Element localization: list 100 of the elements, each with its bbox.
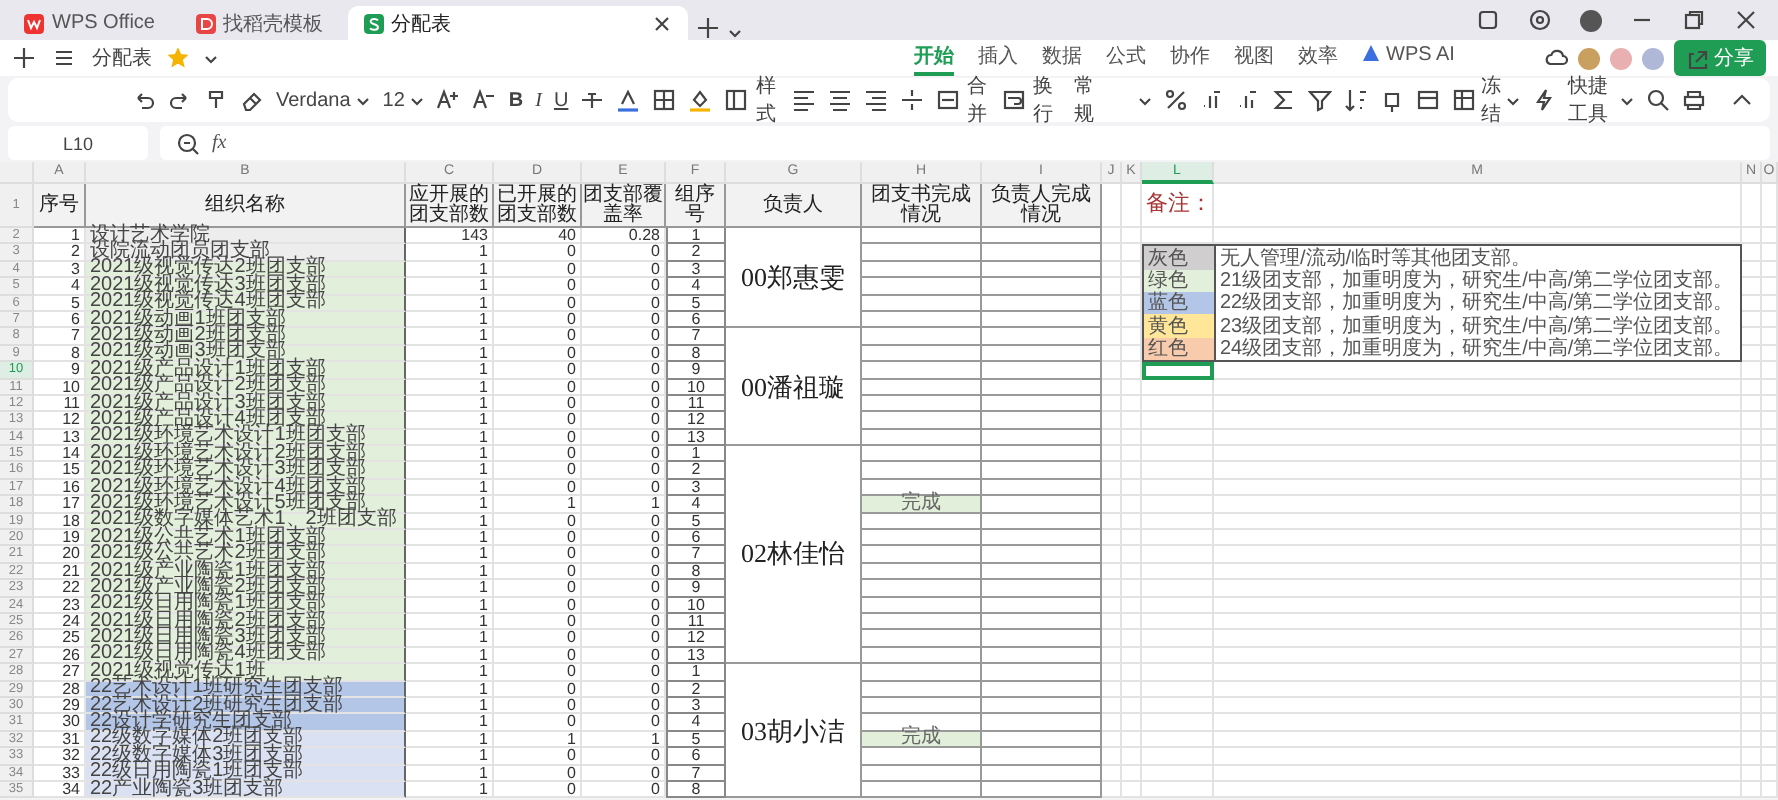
coverage-rate-cell: 0 [582, 613, 666, 631]
caret-icon[interactable] [727, 26, 741, 40]
legend-swatch: 灰色 [1144, 246, 1216, 270]
ribbon-tab[interactable]: 数据 [1042, 41, 1082, 75]
decrease-font-icon[interactable] [472, 88, 497, 112]
styles-button[interactable]: 样式 [724, 72, 780, 128]
font-select[interactable]: Verdana [276, 89, 371, 111]
planned-count-cell: 1 [406, 580, 494, 598]
document-tab[interactable]: WPS Office [8, 6, 171, 40]
coverage-rate-cell: 0 [582, 664, 666, 682]
fill-color-icon[interactable] [688, 88, 713, 112]
window-icon[interactable] [1476, 8, 1500, 32]
add-icon[interactable] [695, 16, 719, 40]
empty-cell [1742, 765, 1762, 782]
group-number-cell: 1 [666, 228, 726, 245]
sort-icon[interactable] [1343, 88, 1368, 112]
empty-cell [1102, 748, 1122, 765]
align-center-icon[interactable] [827, 88, 852, 112]
decrease-decimal-icon[interactable] [1235, 88, 1260, 112]
ribbon-tab[interactable]: WPS AI [1362, 41, 1455, 75]
caret-icon[interactable] [1137, 93, 1152, 107]
group-number-cell: 12 [666, 412, 726, 430]
empty-cell [1122, 278, 1142, 296]
caret-icon[interactable] [1619, 93, 1634, 107]
coverage-rate-cell: 0 [582, 580, 666, 598]
name-box[interactable]: L10 [8, 126, 148, 160]
border-icon[interactable] [652, 88, 677, 112]
legend-text: 23级团支部，加重明度为，研究生/中高/第二学位团支部。 [1218, 314, 1736, 338]
close-icon[interactable] [651, 13, 671, 33]
document-title[interactable]: 分配表 [92, 44, 152, 72]
planned-count-cell: 1 [406, 731, 494, 749]
increase-decimal-icon[interactable] [1199, 88, 1224, 112]
ribbon-tab[interactable]: 协作 [1170, 41, 1210, 75]
underline-button[interactable]: U [553, 89, 569, 111]
ribbon-tab[interactable]: 插入 [978, 41, 1018, 75]
freeze-button[interactable]: 冻结 [1451, 72, 1521, 128]
restore-icon[interactable] [1682, 8, 1706, 32]
star-icon[interactable] [168, 48, 188, 68]
empty-cell [1102, 496, 1122, 514]
group-number-cell: 4 [666, 714, 726, 732]
settings-icon[interactable] [1528, 8, 1552, 32]
format-painter-icon[interactable] [204, 88, 228, 112]
ribbon-tab[interactable]: 效率 [1298, 41, 1338, 75]
document-tab[interactable]: 找稻壳模板 [179, 6, 339, 40]
add-icon[interactable] [12, 46, 36, 70]
print-icon[interactable] [1681, 88, 1706, 112]
strikethrough-icon[interactable] [580, 88, 605, 112]
empty-cell [982, 362, 1102, 380]
group-number-cell: 1 [666, 664, 726, 682]
empty-cell [1122, 563, 1142, 581]
legend-swatch: 黄色 [1144, 314, 1216, 338]
empty-cell [1142, 580, 1214, 598]
vertical-align-icon[interactable] [899, 88, 924, 112]
org-name-cell: 2021级公共艺术1班团支部 [86, 530, 406, 547]
caret-icon[interactable] [1506, 93, 1521, 107]
empty-cell [1142, 781, 1214, 799]
empty-cell [982, 479, 1102, 497]
wrap-text-button[interactable]: 换行 [1002, 72, 1057, 128]
bold-button[interactable]: B [508, 89, 524, 111]
empty-cell [1122, 395, 1142, 413]
font-size-select[interactable]: 12 [382, 89, 425, 111]
empty-cell [1142, 496, 1214, 514]
ribbon-tab[interactable]: 视图 [1234, 41, 1274, 75]
align-right-icon[interactable] [863, 88, 888, 112]
quick-tools-button[interactable]: 快捷工具 [1532, 72, 1634, 128]
empty-cell [1102, 513, 1122, 531]
close-icon[interactable] [1734, 8, 1758, 32]
group-number-cell: 8 [666, 563, 726, 581]
increase-font-icon[interactable] [436, 88, 461, 112]
share-button[interactable]: 分享 [1674, 40, 1766, 76]
font-color-icon[interactable] [616, 88, 641, 112]
eraser-icon[interactable] [240, 88, 264, 112]
caret-icon[interactable] [204, 51, 218, 65]
number-format-select[interactable]: 常规 [1068, 72, 1152, 128]
empty-cell [1122, 244, 1142, 262]
formula-field[interactable]: fx [160, 126, 1770, 160]
empty-cell [862, 664, 982, 682]
redo-icon[interactable] [168, 88, 192, 112]
empty-cell [862, 546, 982, 564]
user-avatar[interactable] [1580, 9, 1602, 31]
menu-icon[interactable] [52, 46, 76, 70]
group-number-cell: 8 [666, 781, 726, 799]
italic-button[interactable]: I [535, 89, 542, 111]
sum-icon[interactable] [1271, 88, 1296, 112]
search-icon[interactable] [1645, 88, 1670, 112]
empty-cell [1102, 563, 1122, 581]
caret-icon[interactable] [410, 93, 425, 107]
merge-button[interactable]: 合并 [935, 72, 991, 128]
document-tab[interactable]: 分配表 [347, 6, 687, 40]
caret-icon[interactable] [356, 93, 371, 107]
empty-cell [1142, 597, 1214, 614]
filter-icon[interactable] [1307, 88, 1332, 112]
ribbon-tab[interactable]: 公式 [1106, 41, 1146, 75]
table-icon[interactable] [1415, 88, 1440, 112]
undo-icon[interactable] [132, 88, 156, 112]
selected-cell[interactable] [1142, 362, 1214, 380]
cloud-icon[interactable] [1544, 46, 1568, 70]
align-left-icon[interactable] [791, 88, 816, 112]
legend-text: 21级团支部，加重明度为，研究生/中高/第二学位团支部。 [1218, 269, 1736, 292]
percent-icon[interactable] [1163, 88, 1188, 112]
